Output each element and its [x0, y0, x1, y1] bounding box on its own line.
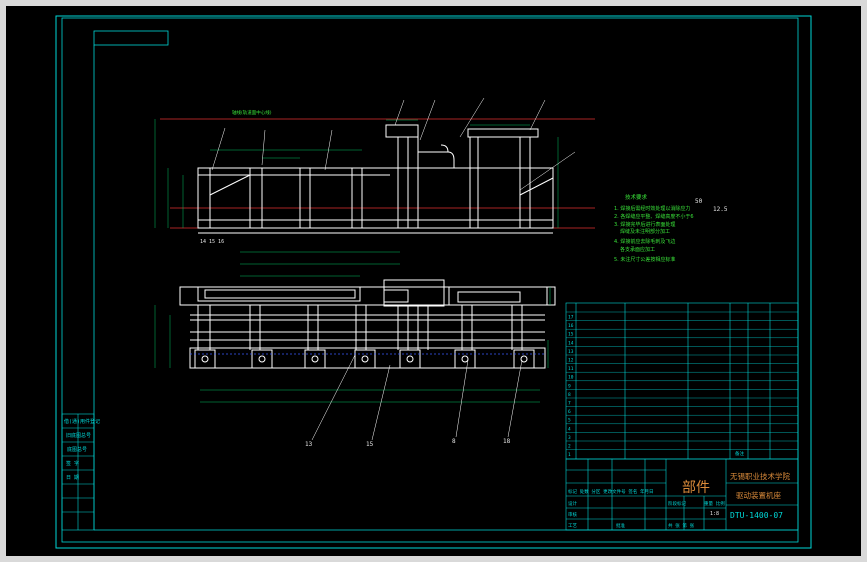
parts-item-number: 17 [568, 315, 574, 321]
svg-text:共 张 第 张: 共 张 第 张 [668, 522, 695, 529]
svg-text:1. 焊接后需经时效处理以消除应力: 1. 焊接后需经时效处理以消除应力 [614, 205, 690, 212]
svg-text:设计: 设计 [568, 500, 577, 507]
svg-text:14 15 16: 14 15 16 [200, 239, 224, 245]
svg-text:3. 焊接完毕后进行表面处理: 3. 焊接完毕后进行表面处理 [614, 221, 675, 228]
svg-text:借(通)用件登记: 借(通)用件登记 [64, 418, 100, 425]
balloon-1: 13 [305, 441, 313, 448]
svg-text:4. 焊接前应去除毛刺及飞边: 4. 焊接前应去除毛刺及飞边 [614, 238, 675, 245]
svg-text:签 字: 签 字 [66, 460, 79, 467]
parts-item-number: 4 [568, 426, 571, 432]
part-name: 驱动装置机座 [736, 490, 781, 500]
parts-item-number: 13 [568, 349, 574, 355]
svg-text:旧底图总号: 旧底图总号 [66, 432, 91, 439]
parts-item-number: 16 [568, 323, 574, 329]
svg-text:各支承面应加工: 各支承面应加工 [620, 246, 655, 253]
parts-item-number: 14 [568, 340, 574, 346]
svg-text:底图总号: 底图总号 [67, 446, 87, 453]
parts-item-number: 7 [568, 401, 571, 407]
parts-item-number: 8 [568, 392, 571, 398]
svg-text:阶段标记: 阶段标记 [668, 500, 686, 507]
svg-text:轴线(轨道面中心线): 轴线(轨道面中心线) [232, 109, 272, 116]
svg-text:批准: 批准 [616, 522, 625, 529]
svg-text:重量 比例: 重量 比例 [704, 500, 725, 507]
cad-drawing-sheet: 借(通)用件登记 旧底图总号 底图总号 签 字 日 期 轴线(轨道面中心线) 1… [0, 0, 867, 562]
parts-item-number: 5 [568, 418, 571, 424]
balloon-2: 15 [366, 441, 374, 448]
balloon-3: 8 [452, 438, 456, 445]
scale: 1:8 [710, 511, 719, 517]
svg-text:备注: 备注 [735, 450, 744, 457]
svg-text:审核: 审核 [568, 511, 577, 518]
svg-text:5. 未注尺寸公差按相应标准: 5. 未注尺寸公差按相应标准 [614, 256, 675, 263]
org-name: 无锡职业技术学院 [730, 471, 790, 481]
parts-item-number: 6 [568, 409, 571, 415]
parts-item-number: 11 [568, 366, 574, 372]
parts-item-number: 1 [568, 452, 571, 458]
part-word: 部件 [682, 480, 710, 496]
svg-text:50: 50 [695, 198, 703, 205]
svg-text:标记 处数 分区 更改文件号 签名 年月日: 标记 处数 分区 更改文件号 签名 年月日 [568, 488, 654, 495]
parts-item-number: 15 [568, 332, 574, 338]
parts-item-number: 10 [568, 375, 574, 381]
tech-notes-heading: 技术要求 [625, 193, 648, 201]
parts-item-number: 12 [568, 358, 574, 364]
svg-text:焊缝及未注明部分加工: 焊缝及未注明部分加工 [620, 228, 670, 235]
parts-item-number: 9 [568, 383, 571, 389]
svg-text:2. 各焊缝应平整、焊缝高度不小于6: 2. 各焊缝应平整、焊缝高度不小于6 [614, 213, 694, 220]
drawing-number: DTU-1400-07 [730, 511, 783, 520]
parts-item-number: 2 [568, 444, 571, 450]
parts-item-number: 3 [568, 435, 571, 441]
svg-text:工艺: 工艺 [568, 523, 577, 529]
svg-text:12.5: 12.5 [713, 206, 728, 213]
balloon-4: 18 [503, 438, 511, 445]
svg-text:日 期: 日 期 [66, 475, 79, 481]
